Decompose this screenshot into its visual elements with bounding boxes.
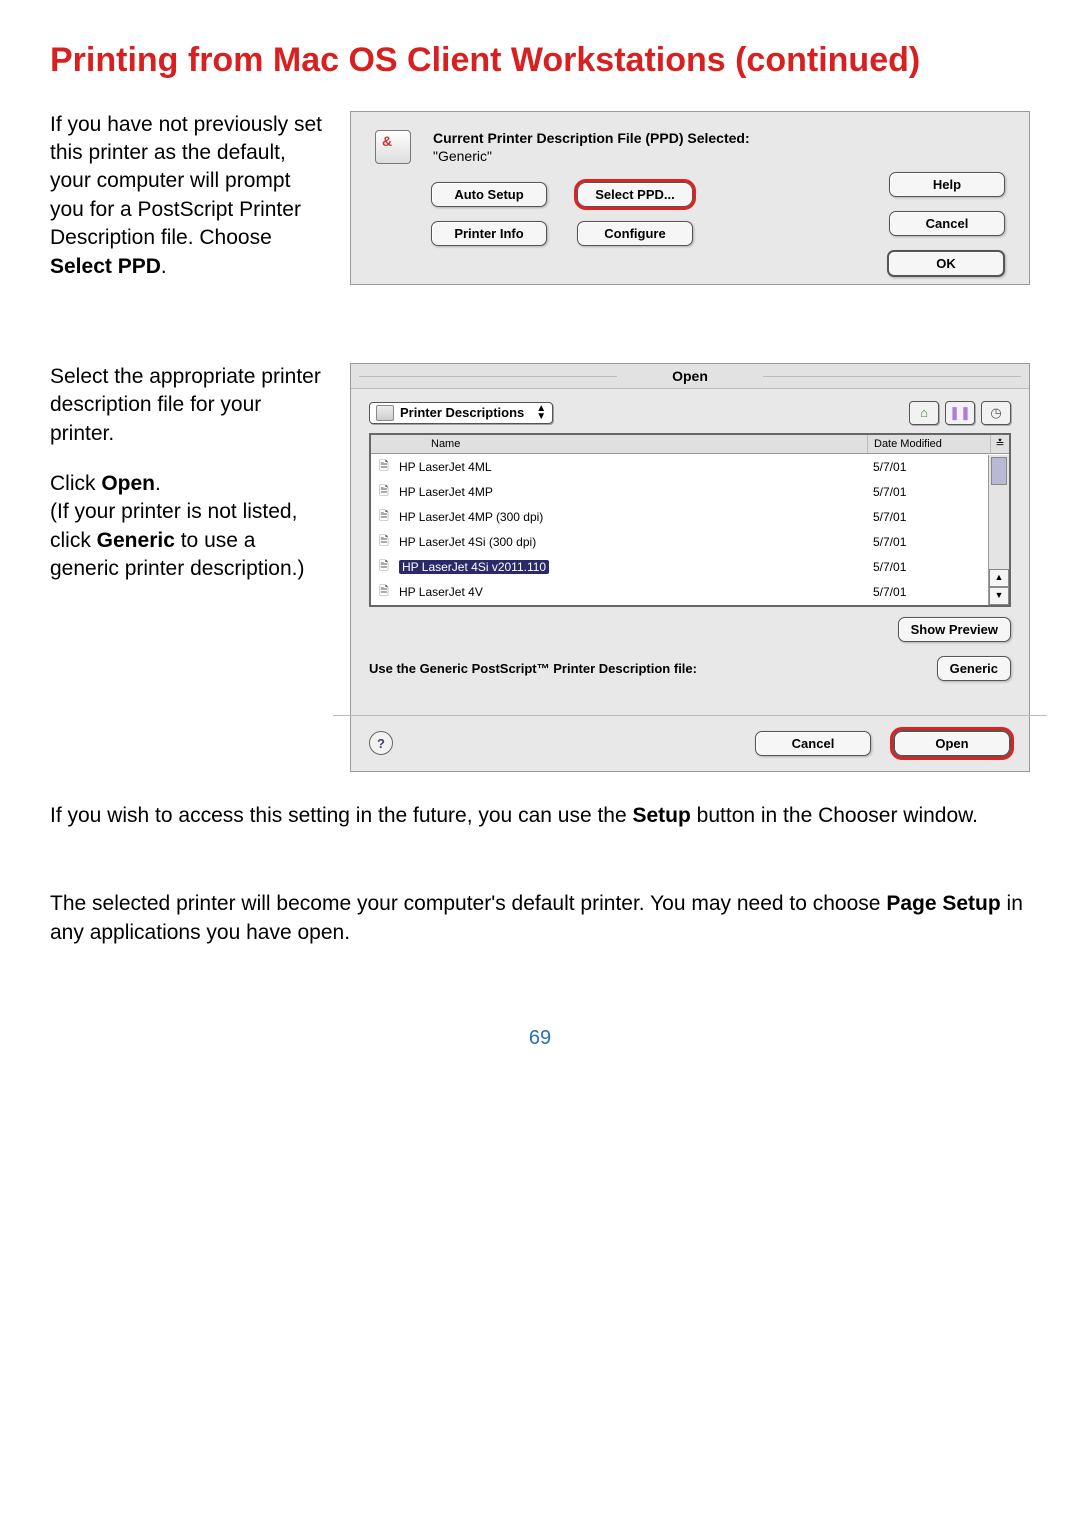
instr1-bold: Select PPD [50,255,161,278]
instruction-2: Select the appropriate printer descripti… [50,363,350,605]
help-icon[interactable]: ? [369,731,393,755]
favorites-button[interactable]: ❚❚ [945,401,975,425]
document-icon: 🗎 [375,557,393,578]
column-header-date[interactable]: Date Modified [867,435,990,453]
file-list: Name Date Modified ≛ 🗎HP LaserJet 4ML5/7… [369,433,1011,607]
scroll-up-icon[interactable]: ▲ [989,569,1009,587]
instr2-p1: Select the appropriate printer descripti… [50,363,330,448]
instruction-1: If you have not previously set this prin… [50,111,350,303]
list-item[interactable]: 🗎HP LaserJet 4Si v2011.1105/7/01 [371,555,987,580]
show-preview-button[interactable]: Show Preview [898,617,1011,642]
page-number: 69 [50,1027,1030,1050]
folder-name: Printer Descriptions [400,405,524,420]
instr2-p2-pre: Click [50,472,101,495]
instr2-p3-bold: Generic [97,529,175,552]
document-icon: 🗎 [375,507,393,528]
default-printer-paragraph: The selected printer will become your co… [50,890,1030,947]
instr2-p2-post: . [155,472,161,495]
printer-icon [375,130,411,164]
ppd-dialog: Current Printer Description File (PPD) S… [350,111,1030,285]
open-dialog: Open Printer Descriptions ▲▼ ⌂ ❚❚ ◷ Name… [350,363,1030,772]
cancel-button[interactable]: Cancel [889,211,1005,236]
shortcuts-button[interactable]: ⌂ [909,401,939,425]
scroll-thumb[interactable] [991,457,1007,485]
recent-button[interactable]: ◷ [981,401,1011,425]
auto-setup-button[interactable]: Auto Setup [431,182,547,207]
instr2-p2-bold: Open [101,472,155,495]
printer-info-button[interactable]: Printer Info [431,221,547,246]
ok-button[interactable]: OK [887,250,1005,277]
document-icon: 🗎 [375,532,393,553]
help-button[interactable]: Help [889,172,1005,197]
generic-button[interactable]: Generic [937,656,1011,681]
open-cancel-button[interactable]: Cancel [755,731,871,756]
document-icon: 🗎 [375,457,393,478]
column-header-name[interactable]: Name [371,435,867,453]
ppd-current-value: "Generic" [433,148,750,164]
list-item[interactable]: 🗎HP LaserJet 4MP5/7/01 [371,480,987,505]
open-button[interactable]: Open [893,730,1011,757]
generic-label: Use the Generic PostScript™ Printer Desc… [369,661,697,676]
list-item[interactable]: 🗎HP LaserJet 4Si (300 dpi)5/7/01 [371,530,987,555]
instr1-post: . [161,255,167,278]
document-icon: 🗎 [375,582,393,603]
future-access-paragraph: If you wish to access this setting in th… [50,802,1030,830]
open-dialog-title: Open [351,364,1029,389]
list-item[interactable]: 🗎HP LaserJet 4MP (300 dpi)5/7/01 [371,505,987,530]
list-item[interactable]: 🗎HP LaserJet 4V5/7/01 [371,580,987,605]
sort-indicator-icon[interactable]: ≛ [990,435,1009,453]
document-icon: 🗎 [375,482,393,503]
dropdown-arrows-icon: ▲▼ [536,405,546,421]
folder-icon [376,405,394,421]
configure-button[interactable]: Configure [577,221,693,246]
scroll-down-icon[interactable]: ▼ [989,587,1009,605]
instr1-text: If you have not previously set this prin… [50,113,322,249]
scrollbar[interactable]: ▲ ▼ [988,455,1009,605]
folder-dropdown[interactable]: Printer Descriptions ▲▼ [369,402,553,424]
list-item[interactable]: 🗎HP LaserJet 4ML5/7/01 [371,455,987,480]
ppd-header-text: Current Printer Description File (PPD) S… [433,130,750,146]
page-title: Printing from Mac OS Client Workstations… [50,40,1030,81]
select-ppd-button[interactable]: Select PPD... [577,182,693,207]
